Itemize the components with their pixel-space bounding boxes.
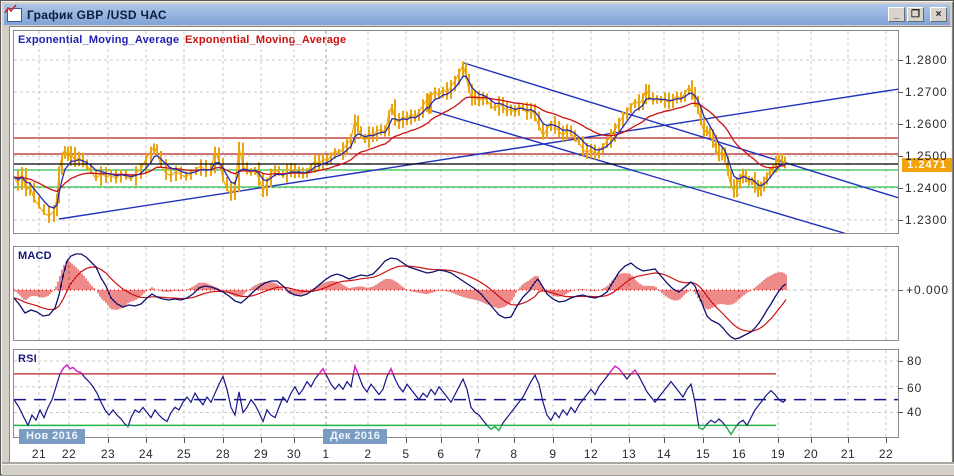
day-label: 25: [176, 447, 192, 461]
status-strip: [2, 464, 954, 475]
time-axis-tick: [811, 438, 812, 443]
time-axis-tick: [261, 438, 262, 443]
day-label: 30: [286, 447, 302, 461]
day-label: 5: [402, 447, 410, 461]
price-axis-label: 1.2500: [905, 149, 948, 163]
rsi-axis-label: 40: [907, 405, 923, 419]
month-label: Дек 2016: [323, 429, 388, 444]
rsi-axis-label: 60: [907, 381, 923, 395]
price-axis-label: 1.2400: [905, 181, 948, 195]
time-axis-tick: [184, 438, 185, 443]
axis-tick: [898, 124, 903, 125]
time-axis-tick: [629, 438, 630, 443]
axis-tick: [898, 188, 903, 189]
rsi-axis-label: 80: [907, 354, 923, 368]
axis-tick: [898, 92, 903, 93]
day-label: 22: [878, 447, 894, 461]
chart-window: График GBP /USD ЧАС _ ❐ × Exponential_Mo…: [0, 0, 954, 475]
time-axis-tick: [848, 438, 849, 443]
price-chart-canvas[interactable]: [14, 31, 898, 233]
macd-zero-label: +0.000: [906, 283, 950, 297]
axis-tick: [898, 361, 903, 362]
day-label: 9: [549, 447, 557, 461]
day-label: 21: [31, 447, 47, 461]
chart-content: Exponential_Moving_Average Exponential_M…: [1, 1, 954, 476]
axis-tick: [898, 156, 903, 157]
time-axis-tick: [553, 438, 554, 443]
price-axis-label: 1.2300: [905, 213, 948, 227]
day-label: 28: [215, 447, 231, 461]
day-label: 15: [695, 447, 711, 461]
day-label: 7: [474, 447, 482, 461]
day-label: 24: [138, 447, 154, 461]
day-label: 29: [253, 447, 269, 461]
day-label: 20: [803, 447, 819, 461]
day-label: 16: [731, 447, 747, 461]
day-label: 6: [437, 447, 445, 461]
axis-tick: [898, 290, 903, 291]
macd-indicator-panel[interactable]: MACD: [13, 246, 899, 341]
day-label: 2: [364, 447, 372, 461]
axis-tick: [898, 388, 903, 389]
time-axis-tick: [778, 438, 779, 443]
day-label: 14: [656, 447, 672, 461]
price-chart-panel[interactable]: Exponential_Moving_Average Exponential_M…: [13, 30, 899, 234]
time-axis-tick: [591, 438, 592, 443]
axis-tick: [898, 220, 903, 221]
time-axis-tick: [441, 438, 442, 443]
axis-tick: [898, 412, 903, 413]
day-label: 22: [61, 447, 77, 461]
time-axis-tick: [223, 438, 224, 443]
time-axis-tick: [478, 438, 479, 443]
day-label: 1: [322, 447, 330, 461]
time-axis-tick: [664, 438, 665, 443]
macd-canvas[interactable]: [14, 247, 898, 340]
time-axis-tick: [146, 438, 147, 443]
rsi-canvas[interactable]: [14, 350, 898, 437]
price-axis-label: 1.2800: [905, 53, 948, 67]
time-axis-tick: [406, 438, 407, 443]
day-label: 21: [840, 447, 856, 461]
time-axis-tick: [294, 438, 295, 443]
day-label: 8: [510, 447, 518, 461]
time-axis-tick: [514, 438, 515, 443]
price-axis-label: 1.2600: [905, 117, 948, 131]
price-axis-label: 1.2700: [905, 85, 948, 99]
time-axis-tick: [886, 438, 887, 443]
time-axis-tick: [108, 438, 109, 443]
time-axis-tick: [703, 438, 704, 443]
month-label: Нов 2016: [19, 429, 86, 444]
time-axis-tick: [739, 438, 740, 443]
day-label: 23: [100, 447, 116, 461]
day-label: 19: [770, 447, 786, 461]
day-label: 12: [583, 447, 599, 461]
rsi-indicator-panel[interactable]: RSI: [13, 349, 899, 438]
axis-tick: [898, 60, 903, 61]
day-label: 13: [621, 447, 637, 461]
